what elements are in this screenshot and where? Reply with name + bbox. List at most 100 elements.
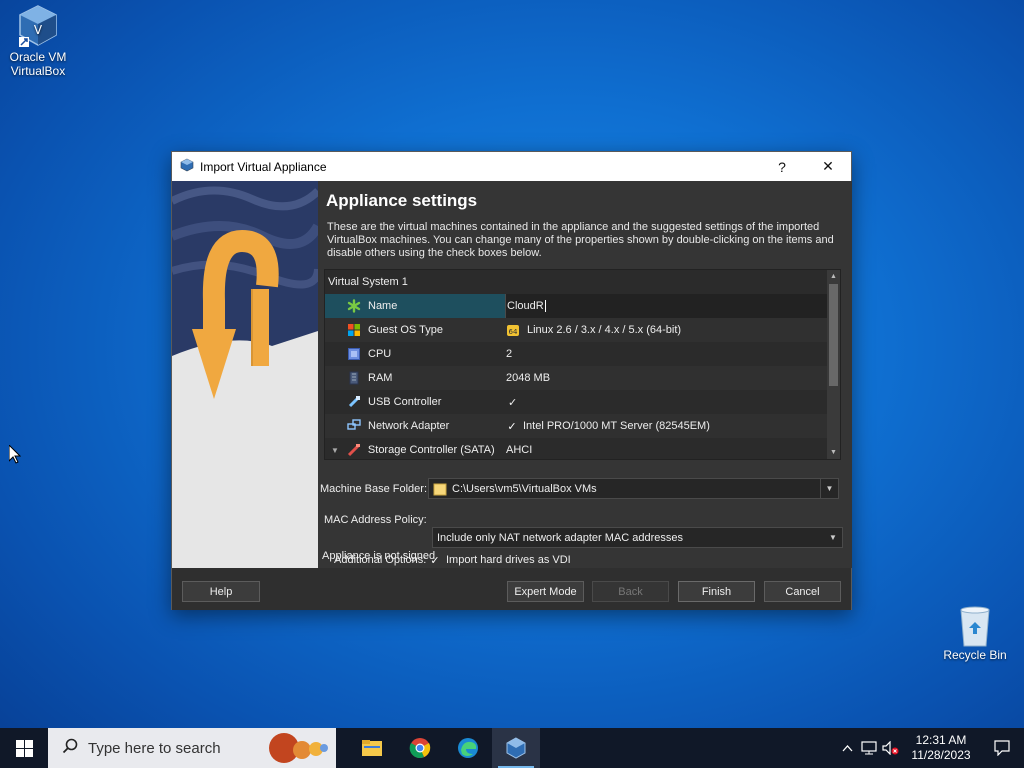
folder-icon — [433, 482, 447, 496]
machine-base-folder-value: C:\Users\vm5\VirtualBox VMs — [452, 482, 597, 495]
help-footer-button[interactable]: Help — [182, 581, 260, 602]
tree-row-storage[interactable]: ▼ Storage Controller (SATA) AHCI — [325, 438, 827, 459]
dialog-titlebar[interactable]: Import Virtual Appliance ? ✕ — [172, 152, 851, 181]
scroll-down-icon[interactable]: ▼ — [827, 446, 840, 459]
machine-base-folder-select[interactable]: C:\Users\vm5\VirtualBox VMs ▼ — [428, 478, 839, 499]
wizard-side-art — [172, 181, 318, 568]
import-appliance-dialog: Import Virtual Appliance ? ✕ Appliance s… — [171, 151, 852, 610]
chevron-down-icon[interactable]: ▼ — [824, 528, 842, 547]
desktop-icon-virtualbox[interactable]: V Oracle VM VirtualBox — [0, 4, 76, 78]
recycle-bin-icon — [953, 602, 997, 647]
system-tray: 12:31 AM 11/28/2023 — [836, 728, 1024, 768]
tree-value: AHCI — [506, 444, 533, 456]
desktop-icon-label: Oracle VM VirtualBox — [9, 50, 67, 78]
tree-row-guest-os[interactable]: Guest OS Type 64 Linux 2.6 / 3.x / 4.x / … — [325, 318, 827, 342]
svg-text:V: V — [34, 23, 43, 37]
search-placeholder: Type here to search — [88, 739, 221, 757]
start-button[interactable] — [0, 728, 48, 768]
cancel-button[interactable]: Cancel — [764, 581, 841, 602]
folder-icon — [362, 740, 382, 756]
chrome-icon — [409, 738, 431, 758]
tree-key: CPU — [368, 348, 392, 360]
taskbar-search[interactable]: Type here to search — [48, 728, 336, 768]
scroll-thumb[interactable] — [829, 284, 838, 386]
ram-icon — [347, 371, 361, 385]
machine-base-folder-label: Machine Base Folder: — [320, 482, 427, 495]
taskbar-file-explorer[interactable] — [348, 728, 396, 768]
taskbar-edge[interactable] — [444, 728, 492, 768]
tree-value: 2 — [506, 348, 513, 360]
tree-row-name[interactable]: Name CloudR — [325, 294, 827, 318]
tree-row-cpu[interactable]: CPU 2 — [325, 342, 827, 366]
name-input[interactable]: CloudR — [507, 300, 544, 312]
dialog-footer: Help Expert Mode Back Finish Cancel — [172, 568, 851, 610]
tree-scrollbar[interactable]: ▲ ▼ — [827, 270, 840, 459]
finish-button[interactable]: Finish — [678, 581, 755, 602]
name-star-icon — [347, 299, 361, 313]
mac-policy-row: MAC Address Policy: — [324, 498, 428, 526]
network-icon — [347, 419, 361, 433]
tree-key: Guest OS Type — [368, 324, 444, 336]
search-icon — [62, 738, 78, 758]
search-highlight-icon — [264, 730, 330, 766]
back-button[interactable]: Back — [592, 581, 669, 602]
tree-key: Name — [368, 300, 398, 312]
network-tray-icon[interactable] — [858, 728, 880, 768]
text-caret — [544, 300, 546, 312]
chevron-down-icon[interactable]: ▼ — [820, 479, 838, 498]
mac-policy-value: Include only NAT network adapter MAC add… — [437, 531, 683, 544]
tree-row-ram[interactable]: RAM 2048 MB — [325, 366, 827, 390]
tree-row-network[interactable]: Network Adapter ✓ Intel PRO/1000 MT Serve… — [325, 414, 827, 438]
chevron-up-icon[interactable] — [836, 728, 858, 768]
virtualbox-icon: V — [16, 4, 60, 48]
scroll-up-icon[interactable]: ▲ — [827, 270, 840, 283]
help-button[interactable]: ? — [759, 152, 805, 181]
dialog-title: Import Virtual Appliance — [200, 159, 327, 174]
virtualbox-small-icon — [180, 158, 194, 175]
storage-icon — [347, 443, 361, 457]
import-vdi-label[interactable]: Import hard drives as VDI — [446, 554, 571, 566]
desktop-icon-label: Recycle Bin — [943, 648, 1007, 662]
tree-row-usb[interactable]: USB Controller ✓ — [325, 390, 827, 414]
taskbar: Type here to search 12:31 AM 11/28/2023 — [0, 728, 1024, 768]
edge-icon — [458, 738, 478, 758]
volume-muted-icon[interactable] — [880, 728, 902, 768]
clock-date: 11/28/2023 — [911, 748, 971, 762]
mouse-cursor-icon — [8, 443, 22, 467]
collapse-arrow-icon[interactable]: ▼ — [331, 446, 339, 455]
tree-key: Storage Controller (SATA) — [367, 444, 495, 456]
virtualbox-icon — [506, 737, 526, 759]
mac-policy-label: MAC Address Policy: — [324, 513, 427, 526]
linux-64-icon: 64 — [506, 323, 520, 337]
clock-time: 12:31 AM — [915, 733, 967, 747]
tree-group-label: Virtual System 1 — [328, 276, 408, 288]
usb-icon — [347, 395, 361, 409]
taskbar-clock[interactable]: 12:31 AM 11/28/2023 — [902, 733, 980, 763]
windows-logo-icon — [15, 739, 33, 757]
taskbar-virtualbox[interactable] — [492, 728, 540, 768]
tree-value: Linux 2.6 / 3.x / 4.x / 5.x (64-bit) — [527, 324, 682, 336]
tree-key: RAM — [368, 372, 393, 384]
taskbar-chrome[interactable] — [396, 728, 444, 768]
cpu-icon — [347, 347, 361, 361]
os-type-icon — [347, 323, 361, 337]
desktop-icon-recycle-bin[interactable]: Recycle Bin — [937, 602, 1013, 662]
tree-value: 2048 MB — [506, 372, 551, 384]
close-button[interactable]: ✕ — [805, 152, 851, 181]
page-description: These are the virtual machines contained… — [327, 221, 834, 259]
appliance-settings-tree[interactable]: Virtual System 1 Name CloudR Guest OS Ty… — [324, 269, 841, 460]
signed-status: Appliance is not signed — [322, 550, 436, 562]
svg-text:64: 64 — [509, 328, 518, 336]
network-check[interactable]: ✓ — [506, 420, 518, 433]
wizard-content: Appliance settings These are the virtual… — [318, 181, 852, 568]
tree-key: Network Adapter — [368, 420, 450, 432]
notifications-icon[interactable] — [980, 728, 1024, 768]
mac-policy-select[interactable]: Include only NAT network adapter MAC add… — [432, 527, 843, 548]
tree-key: USB Controller — [368, 396, 442, 408]
tree-group-virtual-system[interactable]: Virtual System 1 — [325, 270, 827, 294]
machine-base-folder-row: Machine Base Folder: C:\Users\vm5\Virtua… — [320, 478, 839, 499]
page-title: Appliance settings — [326, 191, 478, 210]
usb-check[interactable]: ✓ — [508, 396, 517, 409]
tree-value: Intel PRO/1000 MT Server (82545EM) — [523, 420, 710, 432]
expert-mode-button[interactable]: Expert Mode — [507, 581, 584, 602]
